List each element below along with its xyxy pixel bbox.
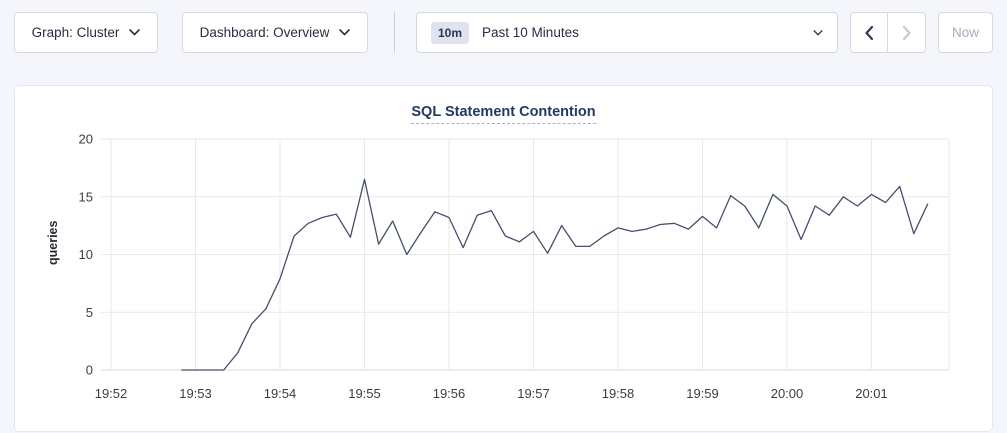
y-tick-label: 5 <box>86 305 93 320</box>
next-range-button[interactable] <box>888 13 925 52</box>
toolbar-divider <box>394 12 395 53</box>
x-tick-label: 19:54 <box>264 386 297 401</box>
time-range-label: Past 10 Minutes <box>482 25 813 40</box>
time-range-picker[interactable]: 10m Past 10 Minutes <box>416 12 838 53</box>
y-tick-label: 10 <box>79 247 93 262</box>
chevron-left-icon <box>864 25 874 41</box>
x-tick-label: 19:55 <box>348 386 381 401</box>
x-tick-label: 19:56 <box>433 386 466 401</box>
series-line <box>181 179 927 370</box>
x-tick-label: 19:52 <box>95 386 128 401</box>
graph-dropdown-label: Graph: Cluster <box>32 25 120 40</box>
x-tick-label: 19:53 <box>179 386 212 401</box>
chevron-down-icon <box>339 29 350 36</box>
y-tick-label: 0 <box>86 363 93 378</box>
dashboard-dropdown-label: Dashboard: Overview <box>200 25 330 40</box>
chevron-down-icon <box>129 29 140 36</box>
x-tick-label: 19:57 <box>517 386 550 401</box>
x-tick-label: 20:01 <box>855 386 888 401</box>
now-button[interactable]: Now <box>938 12 993 53</box>
time-range-arrows <box>850 12 926 53</box>
now-button-label: Now <box>952 25 979 40</box>
chevron-right-icon <box>902 25 912 41</box>
chart-panel: SQL Statement Contention queries 0510152… <box>14 85 993 432</box>
dashboard-dropdown[interactable]: Dashboard: Overview <box>182 12 368 53</box>
graph-dropdown[interactable]: Graph: Cluster <box>14 12 158 53</box>
contention-chart: 0 5 10 15 20 19:52 19:53 19:54 19:55 19:56 19:57 19… <box>15 86 994 433</box>
time-range-badge: 10m <box>431 22 469 44</box>
x-tick-label: 20:00 <box>771 386 804 401</box>
chevron-down-icon <box>813 30 823 36</box>
x-tick-label: 19:59 <box>686 386 719 401</box>
toolbar: Graph: Cluster Dashboard: Overview 10m P… <box>0 0 1007 65</box>
prev-range-button[interactable] <box>851 13 888 52</box>
y-tick-label: 15 <box>79 189 93 204</box>
y-tick-label: 20 <box>79 132 93 147</box>
x-tick-label: 19:58 <box>602 386 635 401</box>
